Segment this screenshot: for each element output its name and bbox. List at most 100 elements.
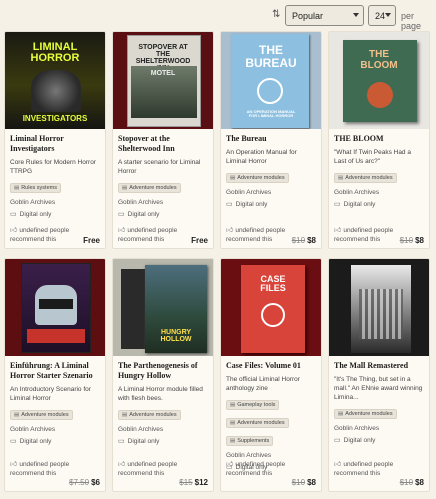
tag-badge[interactable]: ▤ Rules systems	[10, 183, 61, 193]
publisher-name[interactable]: Goblin Archives	[10, 199, 100, 206]
tag-icon: ▤	[230, 402, 236, 408]
cover-title: HUNGRY HOLLOW	[160, 329, 192, 343]
price: $15 $12	[179, 478, 208, 487]
cover-subtitle: MOTEL	[150, 70, 176, 77]
recommend-count: 👍︎ undefined people recommend this	[10, 461, 70, 477]
publisher-name[interactable]: Goblin Archives	[334, 425, 424, 432]
monitor-icon: ▭	[226, 201, 233, 208]
publisher-name[interactable]: Goblin Archives	[226, 189, 316, 196]
product-cover[interactable]: THE BLOOM	[329, 32, 429, 129]
recommend-count: 👍︎ undefined people recommend this	[118, 461, 178, 477]
tag-badge[interactable]: ▤ Adventure modules	[334, 173, 397, 183]
product-cover[interactable]	[5, 259, 105, 356]
tag-badge[interactable]: ▤ Adventure modules	[226, 173, 289, 183]
product-description: A Liminal Horror module filled with fles…	[118, 386, 203, 402]
product-card[interactable]: The Mall Remastered "It's The Thing, but…	[328, 258, 430, 492]
price: $10 $8	[399, 478, 424, 487]
sort-select[interactable]: Popular	[285, 5, 364, 26]
tag-badge[interactable]: ▤ Adventure modules	[118, 183, 181, 193]
sort-icon: ⇅	[272, 9, 281, 20]
per-page-value: 24	[375, 11, 386, 21]
publisher-name[interactable]: Goblin Archives	[334, 189, 424, 196]
product-description: "What If Twin Peaks Had a Last of Us arc…	[334, 149, 411, 165]
product-cover[interactable]: THE BUREAU AN OPERATION MANUAL FOR LIMIN…	[221, 32, 321, 129]
product-card[interactable]: THE BLOOM THE BLOOM "What If Twin Peaks …	[328, 31, 430, 249]
price: $10 $8	[291, 236, 316, 245]
product-card[interactable]: LIMINAL HORROR INVESTIGATORS Liminal Hor…	[4, 31, 106, 249]
monitor-icon: ▭	[10, 211, 17, 218]
price: Free	[83, 236, 100, 245]
chevron-down-icon	[385, 13, 391, 17]
product-cover[interactable]	[329, 259, 429, 356]
price: $10 $8	[291, 478, 316, 487]
thumbs-up-icon: 👍︎	[226, 227, 234, 234]
price: $10 $8	[399, 236, 424, 245]
publisher-name[interactable]: Goblin Archives	[10, 426, 100, 433]
product-description: The official Liminal Horror anthology zi…	[226, 376, 300, 392]
cover-title: THE BUREAU	[245, 43, 297, 70]
price: Free	[191, 236, 208, 245]
monitor-icon: ▭	[334, 201, 341, 208]
thumbs-up-icon: 👍︎	[118, 227, 126, 234]
product-card[interactable]: CASE FILES Case Files: Volume 01 The off…	[220, 258, 322, 492]
format-info: ▭ Digital only	[334, 437, 376, 444]
product-title[interactable]: The Parthenogenesis of Hungry Hollow	[118, 361, 208, 381]
monitor-icon: ▭	[10, 438, 17, 445]
publisher-name[interactable]: Goblin Archives	[118, 426, 208, 433]
product-title[interactable]: Einführung: A Liminal Horror Starter Sze…	[10, 361, 100, 381]
cover-title: THE BLOOM	[360, 49, 398, 71]
tag-badge[interactable]: ▤ Gameplay tools	[226, 400, 280, 410]
tag-icon: ▤	[230, 420, 236, 426]
product-description: Core Rules for Modern Horror TTRPG	[10, 159, 96, 175]
format-info: ▭ Digital only	[334, 201, 376, 208]
product-description: An Operation Manual for Liminal Horror	[226, 149, 297, 165]
thumbs-up-icon: 👍︎	[226, 461, 234, 468]
product-title[interactable]: Liminal Horror Investigators	[10, 134, 100, 154]
tag-icon: ▤	[14, 412, 20, 418]
product-cover[interactable]: HUNGRY HOLLOW	[113, 259, 213, 356]
tag-icon: ▤	[338, 411, 344, 417]
monitor-icon: ▭	[118, 211, 125, 218]
price: $7.50 $6	[69, 478, 100, 487]
publisher-name[interactable]: Goblin Archives	[226, 452, 316, 459]
tag-badge[interactable]: ▤ Adventure modules	[118, 410, 181, 420]
publisher-name[interactable]: Goblin Archives	[118, 199, 208, 206]
toolbar: ⇅ Popular 24 per page	[0, 5, 436, 31]
cover-subtitle: AN OPERATION MANUAL FOR LIMINAL HORROR	[246, 109, 296, 118]
recommend-count: 👍︎ undefined people recommend this	[118, 227, 178, 243]
cover-title: CASE FILES	[260, 274, 286, 294]
product-title[interactable]: Case Files: Volume 01	[226, 361, 316, 371]
product-card[interactable]: Einführung: A Liminal Horror Starter Sze…	[4, 258, 106, 492]
per-page-select[interactable]: 24	[368, 5, 396, 26]
product-title[interactable]: Stopover at the Shelterwood Inn	[118, 134, 208, 154]
thumbs-up-icon: 👍︎	[10, 227, 18, 234]
product-title[interactable]: The Mall Remastered	[334, 361, 424, 371]
tag-badge[interactable]: ▤ Adventure modules	[10, 410, 73, 420]
product-title[interactable]: The Bureau	[226, 134, 316, 144]
format-info: ▭ Digital only	[226, 201, 268, 208]
format-info: ▭ Digital only	[118, 211, 160, 218]
product-title[interactable]: THE BLOOM	[334, 134, 424, 144]
recommend-count: 👍︎ undefined people recommend this	[226, 461, 286, 477]
thumbs-up-icon: 👍︎	[334, 461, 342, 468]
format-info: ▭ Digital only	[10, 211, 52, 218]
tag-icon: ▤	[122, 412, 128, 418]
product-cover[interactable]: STOPOVER AT THE SHELTERWOOD INN MOTEL	[113, 32, 213, 129]
product-cover[interactable]: CASE FILES	[221, 259, 321, 356]
product-cover[interactable]: LIMINAL HORROR INVESTIGATORS	[5, 32, 105, 129]
product-card[interactable]: THE BUREAU AN OPERATION MANUAL FOR LIMIN…	[220, 31, 322, 249]
product-description: A starter scenario for Liminal Horror	[118, 159, 201, 175]
tag-badge[interactable]: ▤ Supplements	[226, 436, 274, 446]
format-info: ▭ Digital only	[10, 438, 52, 445]
sort-select-value: Popular	[292, 11, 324, 21]
recommend-count: 👍︎ undefined people recommend this	[334, 461, 394, 477]
cover-subtitle: INVESTIGATORS	[22, 114, 88, 123]
tag-badge[interactable]: ▤ Adventure modules	[226, 418, 289, 428]
product-card[interactable]: STOPOVER AT THE SHELTERWOOD INN MOTEL St…	[112, 31, 214, 249]
thumbs-up-icon: 👍︎	[334, 227, 342, 234]
product-card[interactable]: HUNGRY HOLLOW The Parthenogenesis of Hun…	[112, 258, 214, 492]
tag-badge[interactable]: ▤ Adventure modules	[334, 409, 397, 419]
chevron-down-icon	[353, 13, 359, 17]
monitor-icon: ▭	[118, 438, 125, 445]
tag-icon: ▤	[230, 438, 236, 444]
